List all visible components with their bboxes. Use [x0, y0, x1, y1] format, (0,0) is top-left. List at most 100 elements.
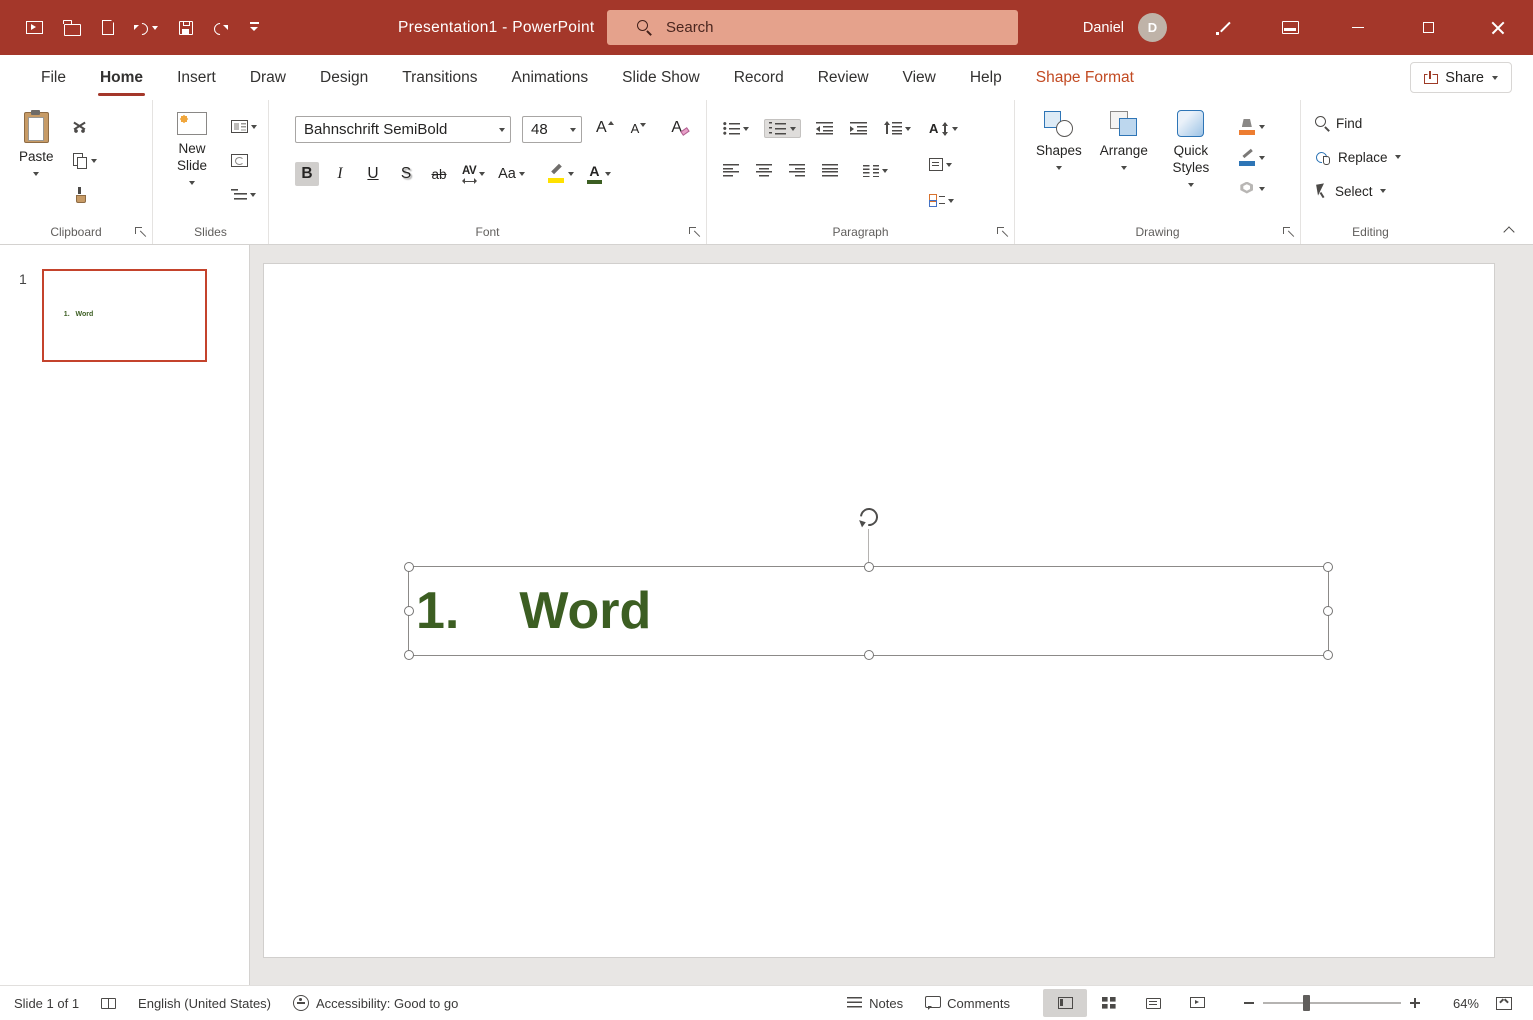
language-indicator[interactable]: English (United States) [138, 996, 271, 1011]
tab-review[interactable]: Review [801, 55, 886, 100]
notes-button[interactable]: Notes [836, 989, 914, 1017]
tab-slide-show[interactable]: Slide Show [605, 55, 717, 100]
undo-button[interactable] [133, 13, 158, 43]
increase-indent-button[interactable] [848, 118, 869, 139]
resize-handle-top-right[interactable] [1323, 562, 1333, 572]
strikethrough-button[interactable]: ab [427, 162, 451, 186]
font-size-input[interactable] [523, 121, 564, 138]
paste-button[interactable]: Paste [12, 104, 61, 205]
new-slide-dropdown-chevron-icon[interactable] [189, 180, 195, 185]
select-button[interactable]: Select [1315, 180, 1440, 202]
text-direction-button[interactable]: A [927, 118, 960, 139]
close-button[interactable] [1463, 0, 1533, 55]
zoom-slider[interactable] [1263, 989, 1401, 1017]
numbering-button[interactable] [764, 119, 801, 138]
text-shadow-button[interactable]: S [394, 162, 418, 186]
new-file-button[interactable] [102, 13, 115, 43]
maximize-button[interactable] [1393, 0, 1463, 55]
slide-sorter-view-button[interactable] [1087, 989, 1131, 1017]
tab-draw[interactable]: Draw [233, 55, 303, 100]
quick-styles-button[interactable]: Quick Styles [1159, 102, 1223, 199]
undo-dropdown-chevron-icon[interactable] [152, 25, 158, 30]
new-slide-button[interactable]: New Slide [161, 104, 223, 205]
shape-effects-button[interactable] [1237, 178, 1267, 199]
columns-button[interactable] [861, 160, 890, 181]
paste-dropdown-chevron-icon[interactable] [33, 171, 40, 176]
minimize-button[interactable] [1323, 0, 1393, 55]
ribbon-display-options-button[interactable] [1257, 0, 1323, 55]
paragraph-dialog-launcher[interactable] [996, 226, 1008, 238]
decrease-font-size-button[interactable]: A [628, 118, 650, 142]
collapse-ribbon-button[interactable] [1497, 220, 1521, 240]
resize-handle-middle-left[interactable] [404, 606, 414, 616]
font-name-combobox[interactable] [295, 116, 511, 143]
clear-formatting-button[interactable]: A [668, 118, 692, 142]
slide-indicator[interactable]: Slide 1 of 1 [14, 996, 79, 1011]
zoom-in-button[interactable] [1401, 989, 1429, 1017]
tab-record[interactable]: Record [717, 55, 801, 100]
shape-outline-button[interactable] [1237, 147, 1267, 168]
font-size-dropdown[interactable] [564, 117, 581, 142]
share-button[interactable]: Share [1410, 62, 1512, 93]
resize-handle-top-middle[interactable] [863, 562, 874, 572]
tab-file[interactable]: File [24, 55, 83, 100]
zoom-slider-track[interactable] [1263, 1002, 1401, 1004]
slide-layout-button[interactable] [229, 116, 259, 137]
arrange-button[interactable]: Arrange [1093, 102, 1155, 199]
spell-check-icon[interactable] [101, 998, 117, 1009]
clipboard-dialog-launcher[interactable] [134, 226, 146, 238]
align-left-button[interactable] [721, 160, 741, 181]
selected-text-box[interactable]: 1. Word [404, 529, 1333, 660]
bold-button[interactable]: B [295, 162, 319, 186]
reset-slide-button[interactable] [229, 150, 259, 171]
tab-home[interactable]: Home [83, 55, 160, 100]
find-button[interactable]: Find [1315, 112, 1440, 134]
decrease-indent-button[interactable] [814, 118, 835, 139]
resize-handle-bottom-left[interactable] [404, 650, 414, 660]
text-highlight-color-button[interactable] [546, 164, 576, 185]
tab-shape-format[interactable]: Shape Format [1019, 55, 1151, 100]
fit-slide-to-window-button[interactable] [1487, 989, 1521, 1017]
search-box[interactable] [607, 10, 1018, 45]
slide-show-view-button[interactable] [1175, 989, 1219, 1017]
slide-thumbnail[interactable]: 1. Word [41, 269, 207, 362]
numbering-dropdown-chevron-icon[interactable] [790, 126, 796, 131]
shapes-button[interactable]: Shapes [1029, 102, 1089, 199]
tab-transitions[interactable]: Transitions [385, 55, 494, 100]
drawing-dialog-launcher[interactable] [1282, 226, 1294, 238]
change-case-button[interactable]: Aa [496, 164, 527, 185]
search-input[interactable] [666, 19, 1018, 36]
slide-text[interactable]: 1. Word [416, 567, 651, 655]
start-slideshow-button[interactable] [26, 13, 43, 43]
shape-fill-button[interactable] [1237, 116, 1267, 137]
tab-animations[interactable]: Animations [494, 55, 605, 100]
ink-pen-button[interactable] [1191, 0, 1257, 55]
reading-view-button[interactable] [1131, 989, 1175, 1017]
open-button[interactable] [63, 13, 81, 43]
arrange-dropdown-chevron-icon[interactable] [1120, 165, 1127, 170]
format-painter-button[interactable] [71, 184, 99, 205]
rotate-handle[interactable] [858, 506, 880, 528]
tab-design[interactable]: Design [303, 55, 385, 100]
increase-font-size-button[interactable]: A [593, 118, 617, 142]
accessibility-status[interactable]: Accessibility: Good to go [293, 995, 458, 1011]
section-button[interactable] [229, 184, 259, 205]
justify-button[interactable] [820, 160, 840, 181]
align-right-button[interactable] [787, 160, 807, 181]
resize-handle-bottom-right[interactable] [1323, 650, 1333, 660]
replace-button[interactable]: Replace [1315, 146, 1440, 168]
quick-styles-dropdown-chevron-icon[interactable] [1187, 182, 1194, 187]
line-spacing-button[interactable] [882, 118, 913, 139]
resize-handle-bottom-middle[interactable] [863, 650, 874, 660]
avatar[interactable]: D [1138, 13, 1167, 42]
font-dialog-launcher[interactable] [688, 226, 700, 238]
zoom-out-button[interactable] [1235, 989, 1263, 1017]
save-button[interactable] [179, 13, 193, 43]
underline-button[interactable]: U [361, 162, 385, 186]
comments-button[interactable]: Comments [914, 989, 1021, 1017]
zoom-slider-thumb[interactable] [1303, 995, 1310, 1011]
customize-qat-button[interactable] [248, 13, 260, 43]
cut-button[interactable] [71, 116, 99, 137]
tab-view[interactable]: View [886, 55, 953, 100]
copy-button[interactable] [71, 150, 99, 171]
